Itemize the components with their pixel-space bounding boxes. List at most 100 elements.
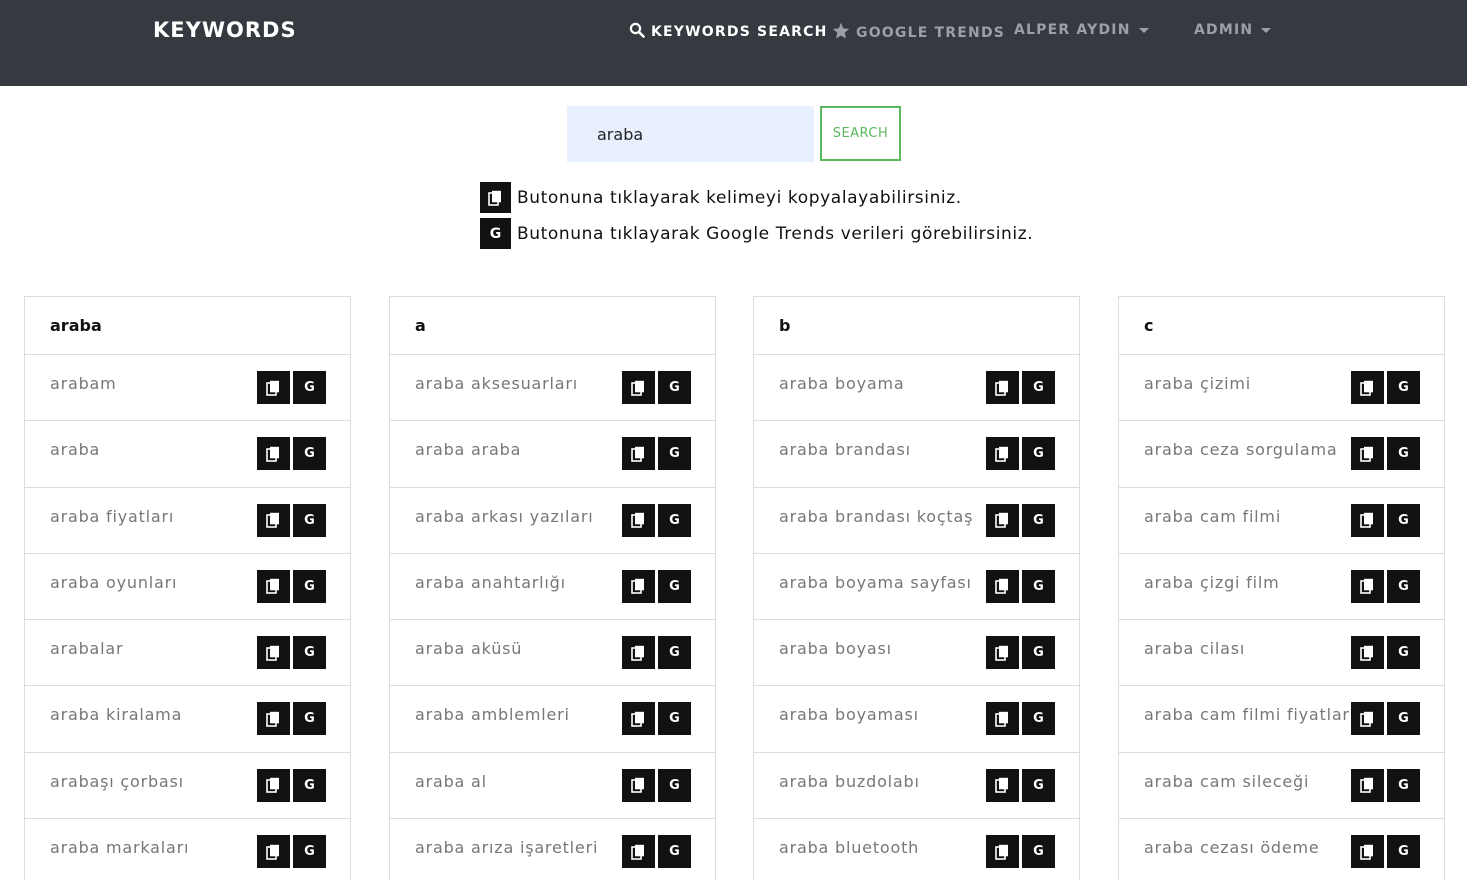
copy-button[interactable] <box>622 835 655 869</box>
google-trends-button[interactable]: G <box>1387 371 1420 404</box>
copy-button[interactable] <box>622 437 655 471</box>
copy-button[interactable] <box>257 636 290 670</box>
google-trends-button[interactable]: G <box>1022 437 1055 471</box>
copy-button[interactable] <box>986 636 1019 670</box>
keyword-label: araba aksesuarları <box>415 374 579 393</box>
keyword-row: araba al G <box>390 753 715 820</box>
nav-keywords-search[interactable]: KEYWORDS SEARCH <box>629 22 828 42</box>
google-trends-button[interactable]: G <box>293 569 326 603</box>
google-trends-button[interactable]: G <box>293 371 326 404</box>
google-trends-button[interactable]: G <box>1022 636 1055 670</box>
copy-button[interactable] <box>1351 503 1384 537</box>
keyword-row: arabaşı çorbası G <box>25 753 350 820</box>
google-trends-button[interactable]: G <box>1022 702 1055 736</box>
copy-icon <box>1360 512 1375 528</box>
copy-button[interactable] <box>986 503 1019 537</box>
google-trends-button[interactable]: G <box>293 503 326 537</box>
google-trends-button[interactable]: G <box>293 835 326 869</box>
google-trends-button[interactable]: G <box>1022 503 1055 537</box>
google-trends-button[interactable]: G <box>658 437 691 471</box>
google-trends-button[interactable]: G <box>658 768 691 802</box>
copy-button[interactable] <box>257 768 290 802</box>
copy-button[interactable] <box>622 636 655 670</box>
copy-button[interactable] <box>622 503 655 537</box>
copy-button[interactable] <box>622 702 655 736</box>
google-trends-button[interactable]: G <box>658 569 691 603</box>
copy-button[interactable] <box>986 702 1019 736</box>
card-title: a <box>390 297 715 355</box>
keyword-row: araba ceza sorgulama G <box>1119 421 1444 488</box>
copy-button[interactable] <box>622 569 655 603</box>
copy-button[interactable] <box>257 437 290 471</box>
keyword-label: araba cezası ödeme <box>1144 838 1320 858</box>
copy-button[interactable] <box>1351 437 1384 471</box>
google-trends-button[interactable]: G <box>1022 371 1055 404</box>
google-trends-button[interactable]: G <box>1387 636 1420 670</box>
copy-button[interactable] <box>986 437 1019 471</box>
copy-button[interactable] <box>257 503 290 537</box>
google-trends-button[interactable]: G <box>658 371 691 404</box>
google-trends-button[interactable]: G <box>293 702 326 736</box>
copy-button[interactable] <box>622 371 655 404</box>
keyword-row: arabam G <box>25 355 350 422</box>
copy-button[interactable] <box>1351 636 1384 670</box>
keyword-row: araba kiralama G <box>25 686 350 753</box>
keyword-row: araba aküsü G <box>390 620 715 687</box>
google-trends-button[interactable]: G <box>1387 702 1420 736</box>
copy-button[interactable] <box>257 569 290 603</box>
copy-button[interactable] <box>986 371 1019 404</box>
keyword-row: araba fiyatları G <box>25 488 350 554</box>
nav-admin-dropdown[interactable]: ADMIN <box>1194 22 1272 38</box>
copy-button[interactable] <box>986 835 1019 869</box>
google-trends-button[interactable]: G <box>293 768 326 802</box>
copy-icon <box>1360 711 1375 727</box>
nav-google-trends-label: GOOGLE TRENDS <box>856 24 1006 41</box>
keyword-label: araba anahtarlığı <box>415 572 566 592</box>
google-trends-button[interactable]: G <box>1387 437 1420 471</box>
google-trends-button[interactable]: G <box>1387 569 1420 603</box>
copy-button[interactable] <box>1351 569 1384 603</box>
copy-button[interactable] <box>986 768 1019 802</box>
google-trends-button[interactable]: G <box>1387 503 1420 537</box>
copy-icon <box>631 844 646 860</box>
keyword-row: arabalar G <box>25 620 350 687</box>
keyword-label: araba aküsü <box>415 639 523 659</box>
keyword-row: araba buzdolabı G <box>754 753 1079 820</box>
copy-button[interactable] <box>1351 835 1384 869</box>
copy-icon <box>1360 446 1375 462</box>
google-trends-button[interactable]: G <box>658 503 691 537</box>
copy-button[interactable] <box>257 371 290 404</box>
copy-button[interactable] <box>1351 768 1384 802</box>
copy-button[interactable] <box>1351 371 1384 404</box>
copy-button[interactable] <box>986 569 1019 603</box>
brand-logo[interactable]: KEYWORDS <box>153 18 297 42</box>
nav-user-dropdown[interactable]: ALPER AYDIN <box>1014 22 1149 38</box>
copy-button[interactable] <box>257 702 290 736</box>
keyword-label: araba brandası <box>779 440 911 460</box>
google-trends-button[interactable]: G <box>293 636 326 670</box>
google-trends-button[interactable]: G <box>293 437 326 471</box>
google-trends-button[interactable]: G <box>1022 768 1055 802</box>
search-button[interactable]: SEARCH <box>820 106 901 161</box>
google-trends-button[interactable]: G <box>1022 835 1055 869</box>
copy-icon <box>266 578 281 595</box>
google-trends-button[interactable]: G <box>1022 569 1055 603</box>
google-trends-button[interactable]: G <box>1387 835 1420 869</box>
copy-icon <box>631 578 646 595</box>
google-trends-button[interactable]: G <box>658 702 691 736</box>
nav-google-trends[interactable]: GOOGLE TRENDS <box>832 22 1005 43</box>
copy-button[interactable] <box>257 835 290 869</box>
google-trends-button[interactable]: G <box>658 835 691 869</box>
copy-icon <box>266 645 281 661</box>
search-input[interactable] <box>567 106 814 162</box>
google-trends-button[interactable]: G <box>658 636 691 670</box>
copy-icon <box>631 512 646 528</box>
keyword-row: araba boyaması G <box>754 686 1079 753</box>
google-trends-button[interactable]: G <box>1387 768 1420 802</box>
keyword-label: araba amblemleri <box>415 705 570 725</box>
copy-button[interactable] <box>622 768 655 802</box>
copy-icon <box>631 446 646 462</box>
copy-button[interactable] <box>1351 702 1384 736</box>
search-icon <box>629 22 645 42</box>
keyword-row: araba boyama G <box>754 355 1079 422</box>
